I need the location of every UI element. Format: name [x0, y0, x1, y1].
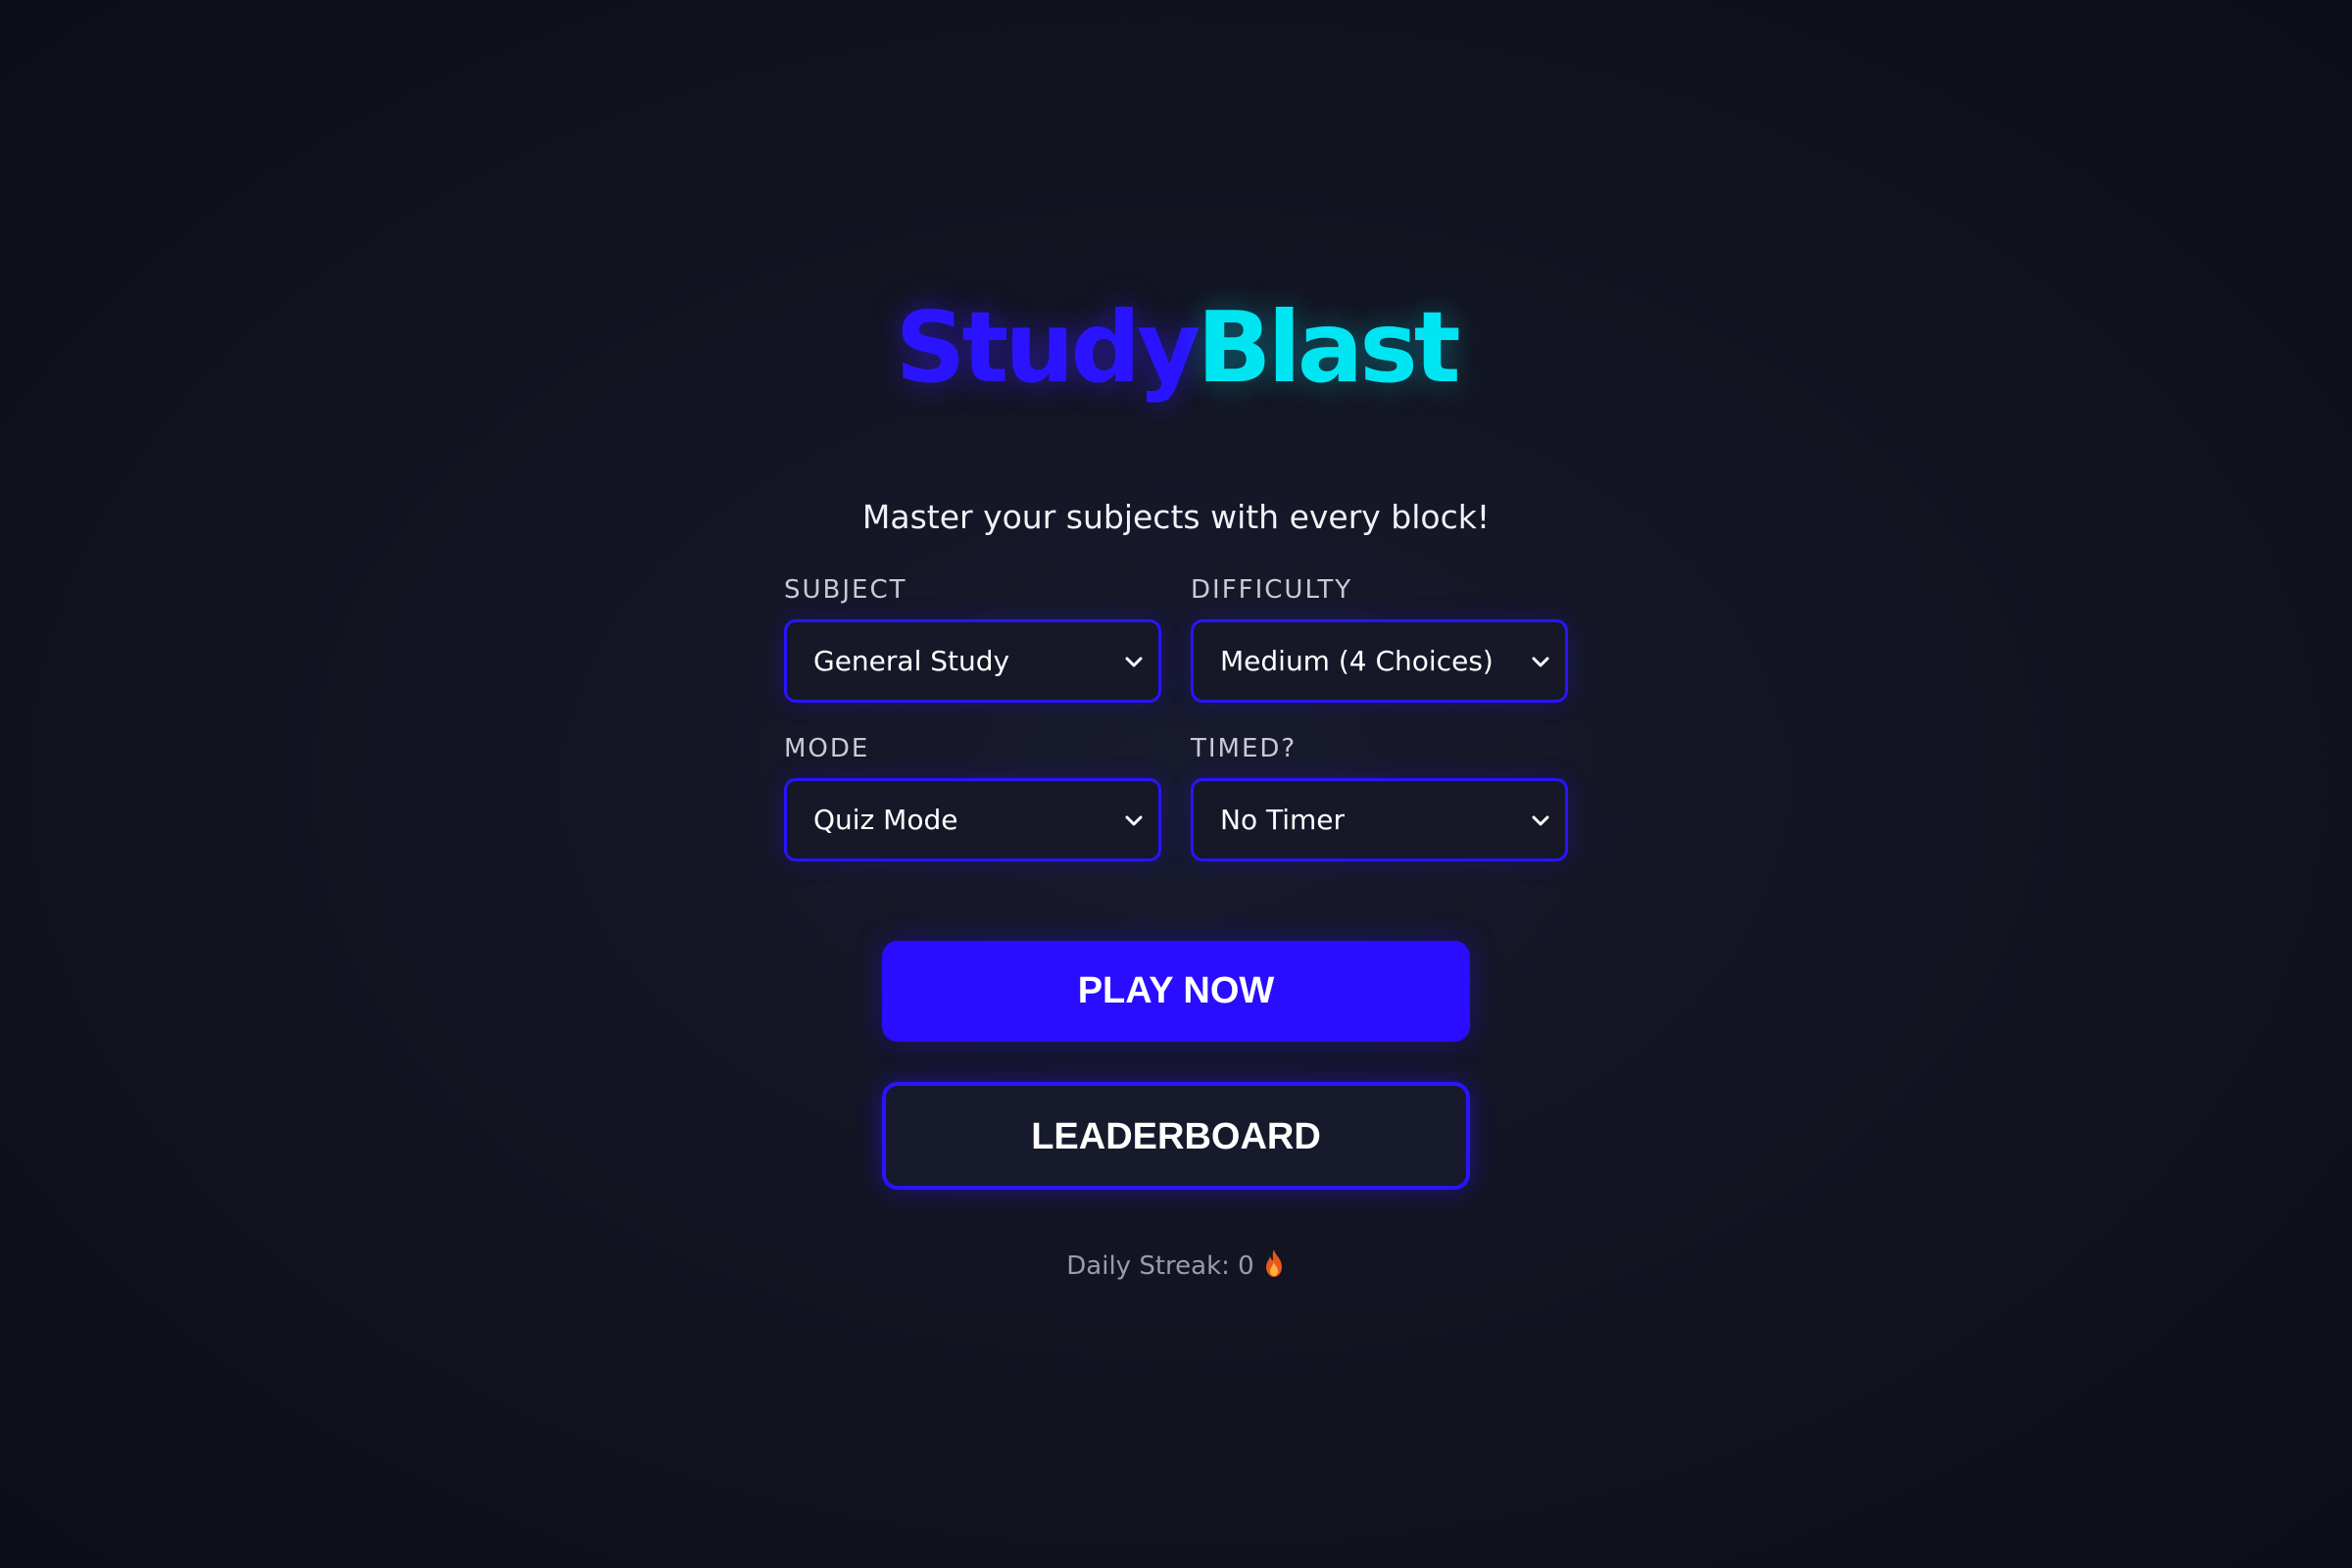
timed-select[interactable]: No Timer	[1191, 778, 1568, 861]
daily-streak-text: Daily Streak: 0	[1066, 1251, 1254, 1281]
chevron-down-icon	[1125, 657, 1143, 667]
flame-icon	[1265, 1250, 1282, 1277]
chevron-down-icon	[1532, 657, 1549, 667]
mode-select[interactable]: Quiz Mode	[784, 778, 1161, 861]
start-screen: StudyBlast Master your subjects with eve…	[0, 0, 2352, 1568]
mode-label: MODE	[784, 734, 870, 763]
logo-study-text: Study	[895, 290, 1200, 405]
subject-select[interactable]: General Study	[784, 619, 1161, 703]
daily-streak: Daily Streak: 0	[0, 1249, 2352, 1283]
difficulty-label: DIFFICULTY	[1191, 575, 1353, 605]
chevron-down-icon	[1532, 815, 1549, 826]
app-logo: StudyBlast	[0, 284, 2352, 412]
chevron-down-icon	[1125, 815, 1143, 826]
play-now-button[interactable]: PLAY NOW	[882, 941, 1470, 1042]
timed-select-value: No Timer	[1220, 804, 1346, 836]
leaderboard-button[interactable]: LEADERBOARD	[882, 1082, 1470, 1190]
timed-label: TIMED?	[1191, 734, 1298, 763]
subject-select-value: General Study	[813, 645, 1010, 677]
tagline: Master your subjects with every block!	[861, 498, 1491, 536]
difficulty-select[interactable]: Medium (4 Choices)	[1191, 619, 1568, 703]
difficulty-select-value: Medium (4 Choices)	[1220, 645, 1494, 677]
mode-select-value: Quiz Mode	[813, 804, 958, 836]
logo-blast-text: Blast	[1197, 290, 1460, 405]
subject-label: SUBJECT	[784, 575, 907, 605]
